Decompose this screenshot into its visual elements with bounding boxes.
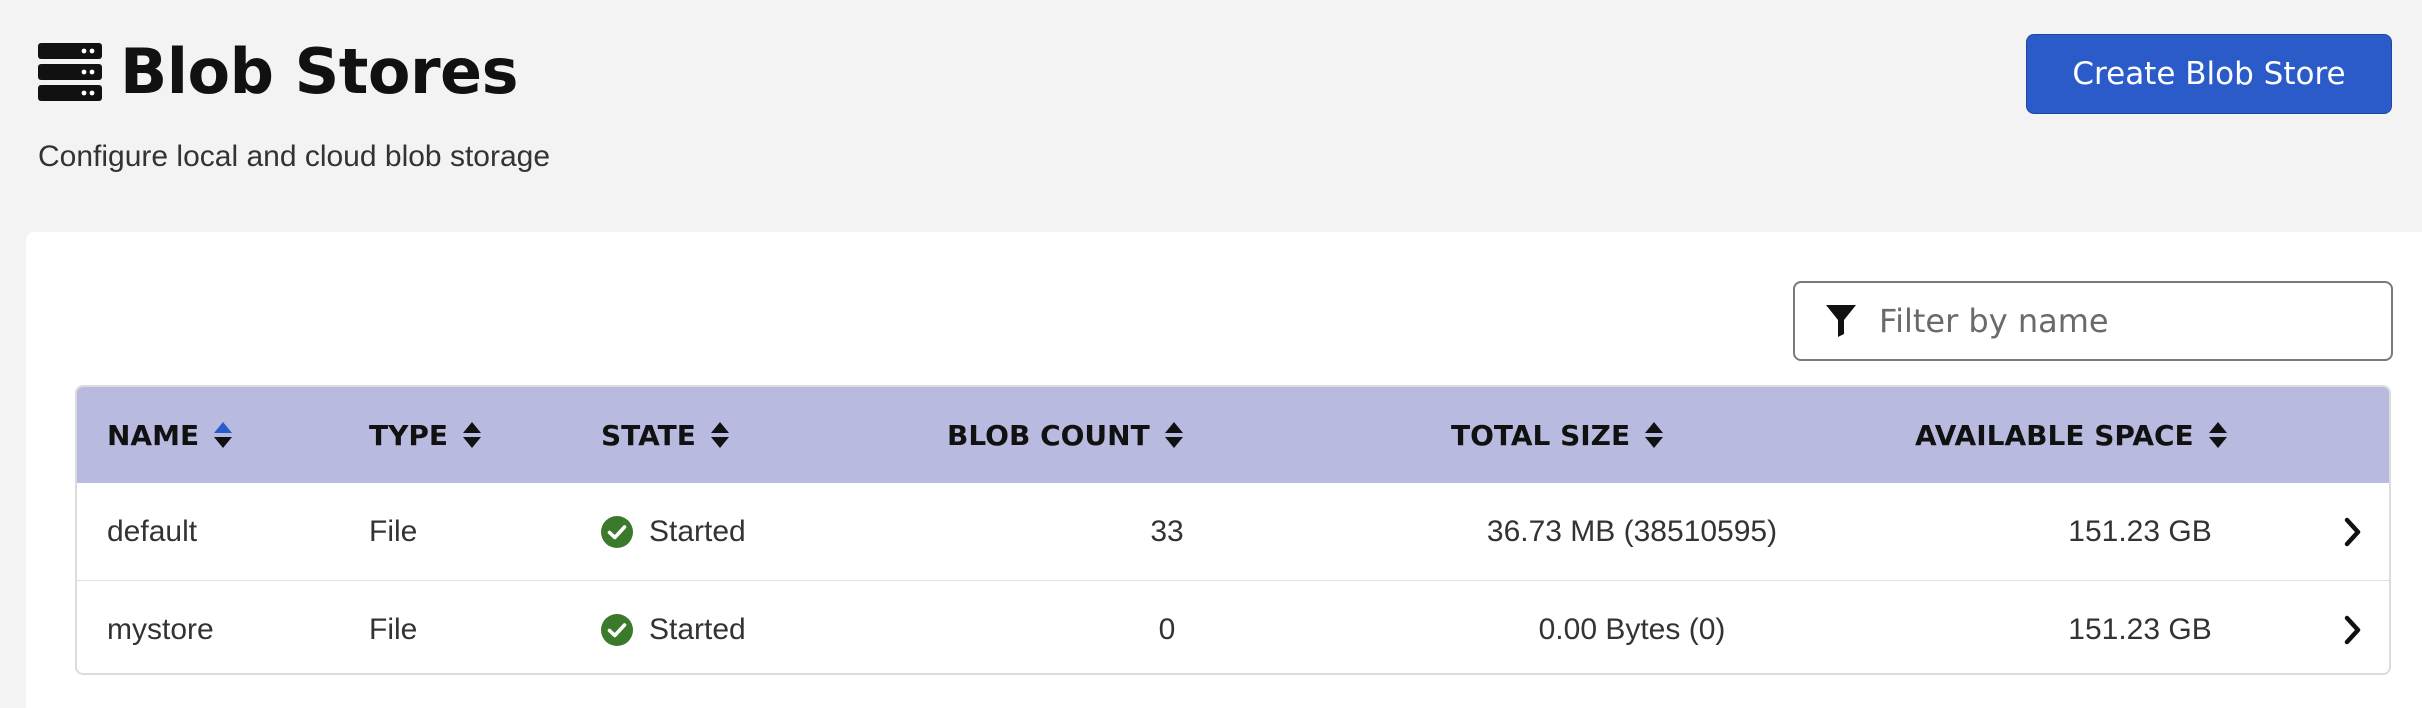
column-header-label: TYPE bbox=[369, 418, 449, 452]
column-header-label: NAME bbox=[107, 418, 200, 452]
status-text: Started bbox=[649, 612, 746, 646]
cell-type: File bbox=[369, 612, 418, 646]
cell-available-space: 151.23 GB bbox=[2068, 514, 2212, 548]
cell-total-size: 0.00 Bytes (0) bbox=[1538, 612, 1726, 646]
table-row[interactable]: default File Started 33 36.73 MB (385105… bbox=[77, 483, 2389, 581]
column-header-blob-count[interactable]: BLOB COUNT bbox=[947, 387, 1184, 483]
cell-blob-count: 33 bbox=[1150, 514, 1184, 548]
column-header-label: TOTAL SIZE bbox=[1451, 418, 1631, 452]
title-row: Blob Stores bbox=[38, 36, 518, 108]
column-header-label: BLOB COUNT bbox=[947, 418, 1150, 452]
chevron-right-icon bbox=[2344, 517, 2361, 546]
sort-icon bbox=[463, 422, 482, 448]
column-header-type[interactable]: TYPE bbox=[369, 387, 482, 483]
sort-icon bbox=[2208, 422, 2227, 448]
table-header: NAME TYPE STATE BLOB COUNT TOTAL SIZE AV… bbox=[77, 387, 2389, 483]
column-header-name[interactable]: NAME bbox=[107, 387, 233, 483]
cell-type: File bbox=[369, 514, 418, 548]
cell-state: Started bbox=[601, 483, 746, 580]
database-servers-icon bbox=[38, 43, 102, 101]
cell-available-space: 151.23 GB bbox=[2068, 612, 2212, 646]
page-title: Blob Stores bbox=[120, 35, 518, 108]
page-header: Blob Stores Configure local and cloud bl… bbox=[0, 0, 2422, 230]
filter-box[interactable] bbox=[1793, 281, 2393, 361]
row-open-chevron[interactable] bbox=[2342, 581, 2364, 673]
sort-icon bbox=[1164, 422, 1183, 448]
page-subtitle: Configure local and cloud blob storage bbox=[38, 140, 551, 173]
create-blob-store-button[interactable]: Create Blob Store bbox=[2026, 34, 2392, 114]
column-header-label: STATE bbox=[601, 418, 696, 452]
cell-name: default bbox=[107, 514, 198, 548]
column-header-available-space[interactable]: AVAILABLE SPACE bbox=[1915, 387, 2228, 483]
filter-icon bbox=[1826, 305, 1856, 337]
filter-input[interactable] bbox=[1877, 301, 2361, 341]
check-circle-icon bbox=[601, 613, 633, 646]
status-text: Started bbox=[649, 514, 746, 548]
check-circle-icon bbox=[601, 515, 633, 548]
cell-total-size: 36.73 MB (38510595) bbox=[1486, 514, 1778, 548]
cell-state: Started bbox=[601, 581, 746, 673]
column-header-total-size[interactable]: TOTAL SIZE bbox=[1451, 387, 1664, 483]
cell-name: mystore bbox=[107, 612, 214, 646]
sort-icon bbox=[1645, 422, 1664, 448]
row-open-chevron[interactable] bbox=[2342, 483, 2364, 580]
sort-icon bbox=[710, 422, 729, 448]
column-header-label: AVAILABLE SPACE bbox=[1915, 418, 2194, 452]
cell-blob-count: 0 bbox=[1158, 612, 1176, 646]
column-header-state[interactable]: STATE bbox=[601, 387, 730, 483]
sort-ascending-icon bbox=[214, 422, 233, 448]
chevron-right-icon bbox=[2344, 615, 2361, 644]
blob-stores-table: NAME TYPE STATE BLOB COUNT TOTAL SIZE AV… bbox=[75, 385, 2391, 675]
table-row[interactable]: mystore File Started 0 0.00 Bytes (0) 15… bbox=[77, 581, 2389, 673]
